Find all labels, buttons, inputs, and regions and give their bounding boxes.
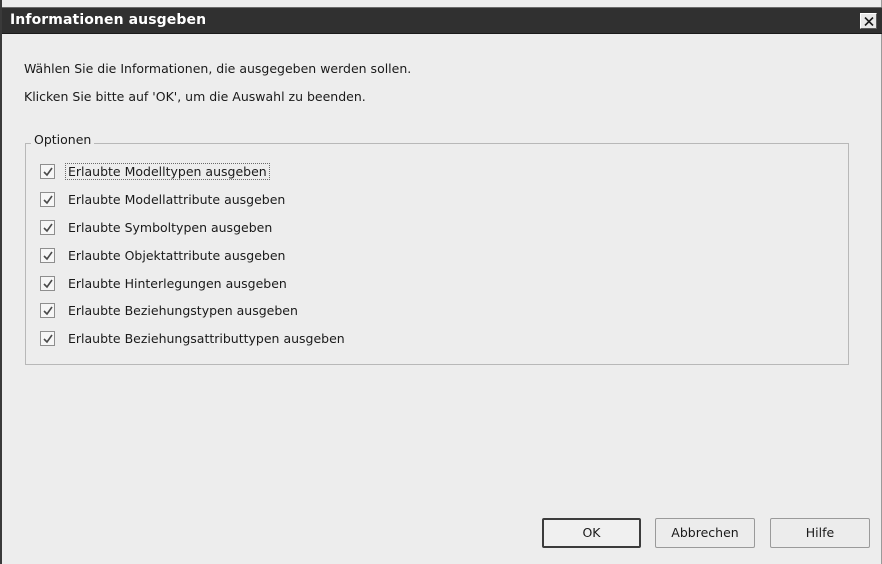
close-button[interactable] bbox=[860, 13, 877, 29]
checkbox-objektattribute[interactable] bbox=[40, 248, 55, 263]
option-label: Erlaubte Modellattribute ausgeben bbox=[68, 192, 286, 207]
help-button[interactable]: Hilfe bbox=[770, 518, 870, 548]
ok-button[interactable]: OK bbox=[542, 518, 641, 548]
checkmark-icon bbox=[43, 251, 53, 261]
checkmark-icon bbox=[43, 223, 53, 233]
options-group-label: Optionen bbox=[31, 132, 95, 147]
option-label: Erlaubte Beziehungsattributtypen ausgebe… bbox=[68, 331, 345, 346]
checkbox-hinterlegungen[interactable] bbox=[40, 276, 55, 291]
checkbox-beziehungsattributtypen[interactable] bbox=[40, 331, 55, 346]
checkbox-beziehungstypen[interactable] bbox=[40, 303, 55, 318]
dialog-window: Informationen ausgeben Wählen Sie die In… bbox=[0, 0, 882, 564]
checkmark-icon bbox=[43, 279, 53, 289]
option-label: Erlaubte Hinterlegungen ausgeben bbox=[68, 276, 287, 291]
checkmark-icon bbox=[43, 167, 53, 177]
checkmark-icon bbox=[43, 306, 53, 316]
checkbox-modellattribute[interactable] bbox=[40, 192, 55, 207]
option-label: Erlaubte Symboltypen ausgeben bbox=[68, 220, 273, 235]
cancel-button[interactable]: Abbrechen bbox=[655, 518, 755, 548]
close-icon bbox=[864, 17, 874, 26]
instruction-text-2: Klicken Sie bitte auf 'OK', um die Auswa… bbox=[24, 89, 366, 104]
instruction-text-1: Wählen Sie die Informationen, die ausgeg… bbox=[24, 61, 412, 76]
checkmark-icon bbox=[43, 334, 53, 344]
checkmark-icon bbox=[43, 195, 53, 205]
option-label: Erlaubte Beziehungstypen ausgeben bbox=[68, 303, 298, 318]
option-label: Erlaubte Modelltypen ausgeben bbox=[65, 163, 270, 180]
checkbox-modelltypen[interactable] bbox=[40, 164, 55, 179]
dialog-title: Informationen ausgeben bbox=[10, 12, 207, 28]
option-label: Erlaubte Objektattribute ausgeben bbox=[68, 248, 286, 263]
checkbox-symboltypen[interactable] bbox=[40, 220, 55, 235]
title-bar[interactable]: Informationen ausgeben bbox=[2, 7, 882, 34]
